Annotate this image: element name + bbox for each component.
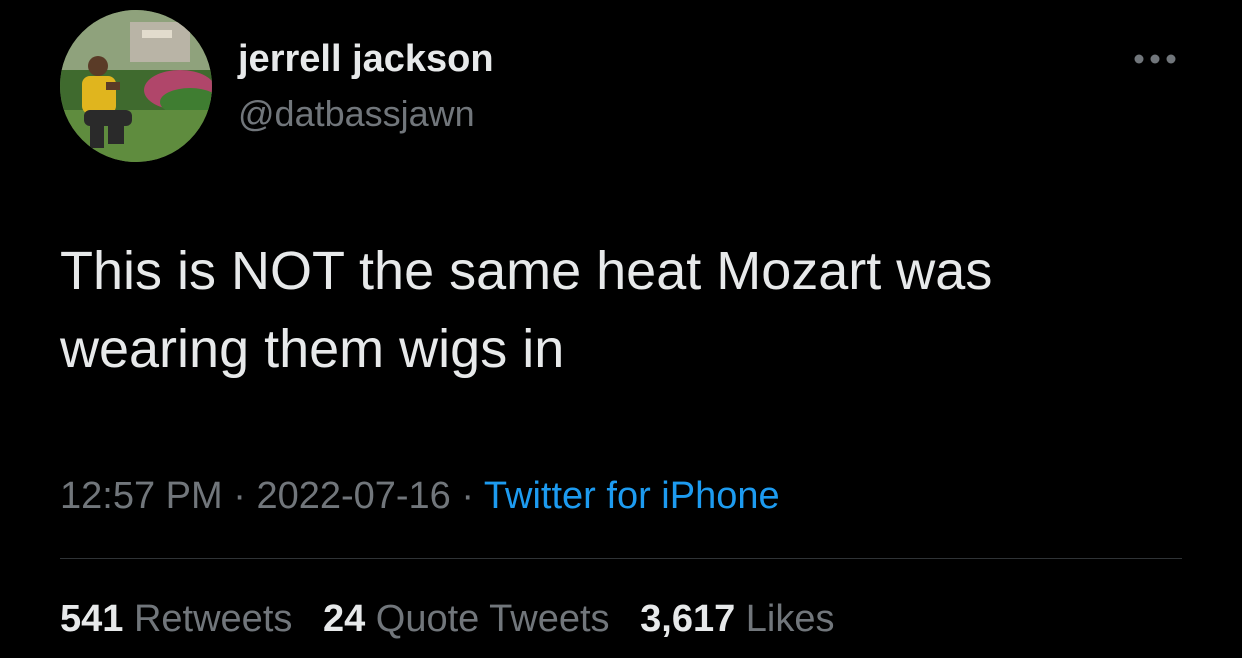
tweet-date[interactable]: 2022-07-16 [256,475,450,517]
author-handle[interactable]: @datbassjawn [238,93,475,135]
meta-separator: · [222,475,257,517]
tweet-stats: 541 Retweets 24 Quote Tweets 3,617 Likes [60,598,855,641]
avatar-photo [60,10,212,162]
divider [60,558,1182,559]
meta-separator: · [450,475,484,517]
retweets-count: 541 [60,598,124,640]
avatar[interactable] [60,10,212,162]
likes-label: Likes [745,598,835,640]
quote-tweets-count: 24 [322,598,366,640]
likes-stat[interactable]: 3,617 Likes [640,598,834,641]
likes-count: 3,617 [640,598,736,640]
retweets-label: Retweets [133,598,293,640]
more-horizontal-icon [1134,54,1176,64]
more-options-button[interactable] [1130,44,1180,74]
tweet-text-line: wearing them wigs in [60,319,565,379]
retweets-stat[interactable]: 541 Retweets [60,598,292,641]
quote-tweets-stat[interactable]: 24 Quote Tweets [323,598,610,641]
tweet-source-link[interactable]: Twitter for iPhone [484,475,780,517]
tweet-meta: 12:57 PM · 2022-07-16 · Twitter for iPho… [60,475,780,518]
quote-tweets-label: Quote Tweets [375,598,610,640]
author-display-name[interactable]: jerrell jackson [238,38,494,81]
tweet-text: This is NOT the same heat Mozart was wea… [60,232,1200,388]
tweet-time[interactable]: 12:57 PM [60,475,223,517]
tweet-text-line: This is NOT the same heat Mozart was [60,241,993,301]
